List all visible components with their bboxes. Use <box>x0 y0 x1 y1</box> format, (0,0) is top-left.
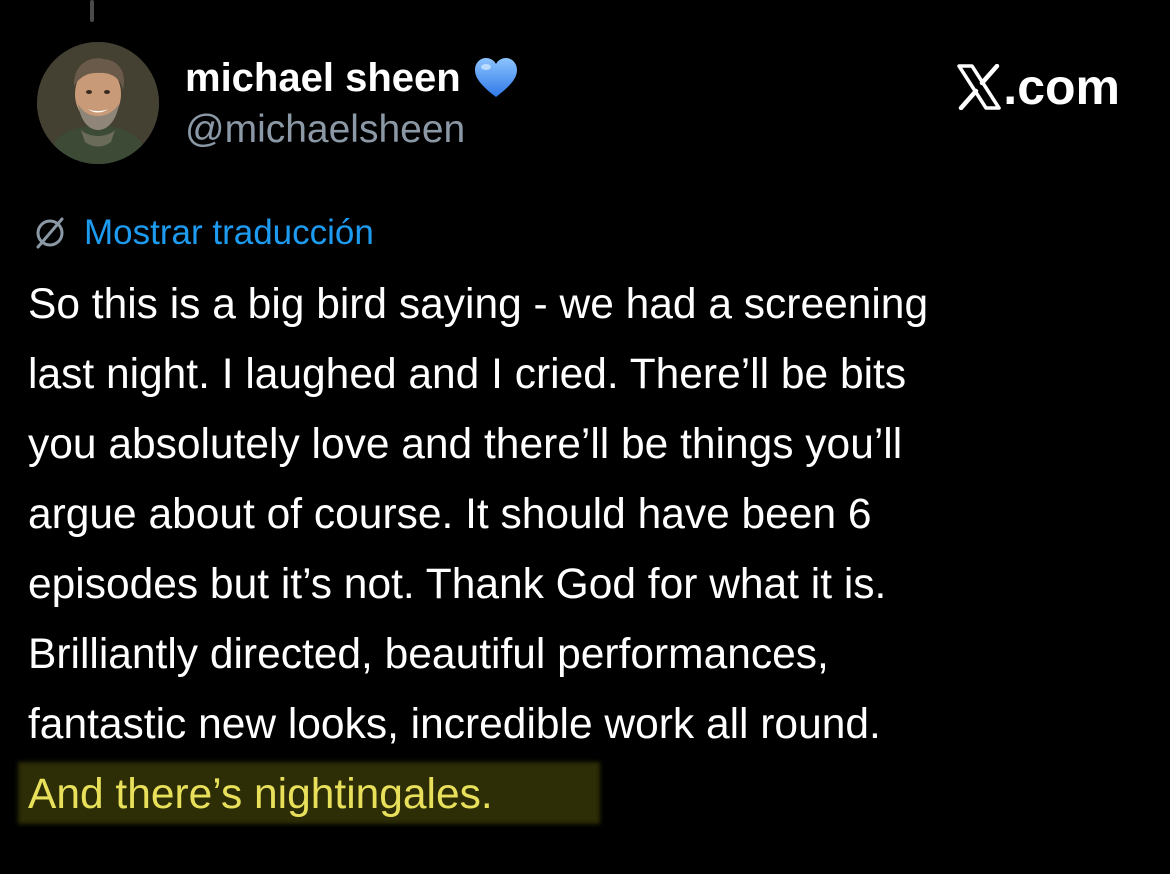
brand-text: .com <box>1003 59 1120 115</box>
avatar-image <box>37 42 159 164</box>
x-logo-icon <box>957 63 1002 111</box>
tweet-text: So this is a big bird saying - we had a … <box>18 270 1138 830</box>
avatar[interactable] <box>37 42 159 164</box>
tweet-text-line: So this is a big bird saying - we had a … <box>28 281 929 328</box>
highlighted-line-wrapper: And there’s nightingales. <box>18 760 1138 830</box>
highlighted-text-content: And there’s nightingales. <box>28 771 493 818</box>
tweet-text-line: you absolutely love and there’ll be thin… <box>28 421 903 468</box>
tweet-text-line: fantastic new looks, incredible work all… <box>28 701 881 748</box>
translate-row[interactable]: Mostrar traducción <box>32 210 374 256</box>
author-display-name[interactable]: michael sheen <box>185 56 461 101</box>
globe-slash-icon <box>32 215 68 251</box>
tweet-text-line: argue about of course. It should have be… <box>28 491 872 538</box>
highlighted-text: And there’s nightingales. <box>18 760 600 830</box>
tweet-text-line: last night. I laughed and I cried. There… <box>28 351 907 398</box>
author-handle[interactable]: @michaelsheen <box>185 108 465 152</box>
tweet-text-line: Brilliantly directed, beautiful performa… <box>28 631 829 678</box>
tweet-text-line: episodes but it’s not. Thank God for wha… <box>28 561 887 608</box>
author-name-row[interactable]: michael sheen <box>185 52 519 104</box>
show-translation-link[interactable]: Mostrar traducción <box>84 213 374 253</box>
blue-heart-icon <box>473 57 519 99</box>
brand-watermark: .com <box>957 58 1120 116</box>
thread-connector-line <box>90 0 94 22</box>
